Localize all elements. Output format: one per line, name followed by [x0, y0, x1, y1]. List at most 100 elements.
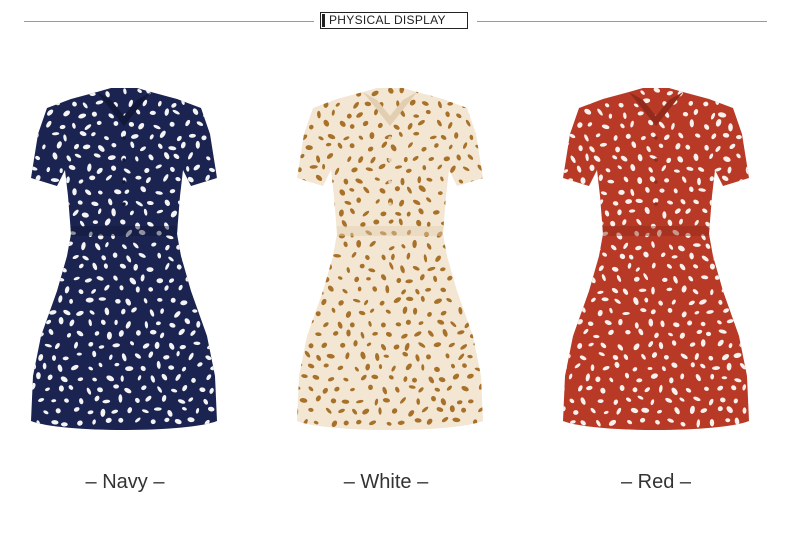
pattern-spot	[307, 209, 314, 216]
pattern-spot	[315, 263, 321, 270]
section-title: PHYSICAL DISPLAY	[329, 13, 446, 27]
pattern-spot	[213, 229, 217, 237]
pattern-spot	[727, 98, 733, 107]
pattern-spot	[218, 86, 225, 95]
pattern-spot	[309, 100, 317, 106]
pattern-spot	[551, 355, 557, 361]
pattern-spot	[297, 276, 299, 282]
pattern-spot	[457, 286, 463, 293]
pattern-spot	[224, 276, 231, 283]
pattern-spot	[204, 288, 208, 295]
header-divider-left	[24, 21, 314, 22]
pattern-spot	[446, 211, 454, 218]
pattern-spot	[290, 306, 298, 313]
pattern-spot	[209, 100, 215, 108]
dress-button	[388, 136, 392, 140]
pattern-spot	[710, 90, 715, 96]
pattern-spot	[60, 229, 65, 237]
pattern-spot	[326, 212, 331, 217]
pattern-spot	[342, 90, 348, 95]
pattern-spot	[472, 262, 477, 270]
pattern-spot	[554, 196, 563, 202]
pattern-spot	[210, 120, 216, 128]
pattern-spot	[759, 318, 763, 324]
pattern-spot	[748, 289, 755, 295]
pattern-spot	[208, 253, 216, 260]
pattern-spot	[47, 88, 55, 94]
pattern-spot	[19, 416, 24, 423]
pattern-spot	[751, 91, 758, 97]
pattern-spot	[228, 143, 231, 149]
pattern-spot	[723, 88, 730, 93]
dress-button	[654, 136, 658, 140]
pattern-spot	[329, 220, 334, 226]
pattern-spot	[285, 197, 292, 206]
pattern-spot	[488, 343, 497, 352]
pattern-spot	[21, 373, 27, 378]
pattern-spot	[489, 98, 495, 107]
pattern-spot	[463, 298, 469, 304]
pattern-spot	[331, 88, 338, 93]
pattern-spot	[19, 110, 25, 114]
pattern-spot	[566, 263, 571, 270]
pattern-spot	[308, 298, 315, 304]
pattern-spot	[92, 220, 98, 224]
pattern-spot	[21, 242, 27, 248]
pattern-spot	[36, 372, 41, 380]
pattern-spot	[758, 342, 763, 348]
pattern-spot	[579, 221, 584, 227]
pattern-spot	[198, 211, 203, 217]
pattern-spot	[31, 406, 32, 414]
pattern-spot	[179, 209, 187, 214]
pattern-spot	[758, 101, 763, 110]
pattern-spot	[41, 98, 48, 105]
pattern-spot	[198, 231, 203, 236]
pattern-spot	[31, 209, 35, 215]
pattern-spot	[612, 89, 618, 95]
pattern-spot	[746, 356, 749, 361]
pattern-spot	[461, 251, 466, 259]
pattern-spot	[750, 155, 756, 160]
pattern-spot	[750, 223, 756, 227]
pattern-spot	[485, 155, 490, 160]
pattern-spot	[482, 396, 483, 403]
pattern-spot	[193, 284, 198, 293]
pattern-spot	[285, 331, 293, 339]
pattern-spot	[581, 264, 588, 271]
pattern-spot	[21, 201, 29, 206]
pattern-spot	[575, 257, 584, 261]
pattern-spot	[719, 220, 725, 228]
pattern-spot	[31, 275, 34, 283]
pattern-spot	[552, 179, 558, 185]
pattern-spot	[751, 266, 760, 272]
pattern-spot	[747, 111, 749, 116]
pattern-spot	[381, 322, 386, 328]
pattern-spot	[738, 244, 743, 252]
pattern-spot	[451, 230, 458, 237]
pattern-spot	[563, 295, 568, 303]
pattern-spot	[575, 300, 580, 305]
pattern-spot	[37, 222, 43, 230]
pattern-spot	[492, 409, 497, 416]
pattern-spot	[55, 212, 61, 219]
pattern-spot	[553, 395, 560, 399]
white-dress-image	[285, 88, 497, 430]
pattern-spot	[476, 101, 483, 108]
pattern-spot	[486, 353, 492, 360]
pattern-spot	[288, 108, 296, 116]
red-dress-image	[551, 88, 763, 430]
dress-button	[122, 136, 126, 140]
color-label-white: – White –	[343, 471, 429, 493]
pattern-spot	[744, 277, 749, 282]
waistband	[589, 226, 723, 236]
pattern-spot	[555, 285, 563, 293]
pattern-spot	[40, 210, 48, 217]
pattern-spot	[458, 242, 464, 250]
pattern-spot	[573, 209, 579, 214]
pattern-spot	[750, 416, 758, 424]
pattern-spot	[315, 88, 322, 95]
pattern-spot	[205, 220, 213, 226]
pattern-spot	[563, 344, 568, 351]
pattern-spot	[485, 197, 493, 206]
pattern-spot	[581, 242, 585, 248]
